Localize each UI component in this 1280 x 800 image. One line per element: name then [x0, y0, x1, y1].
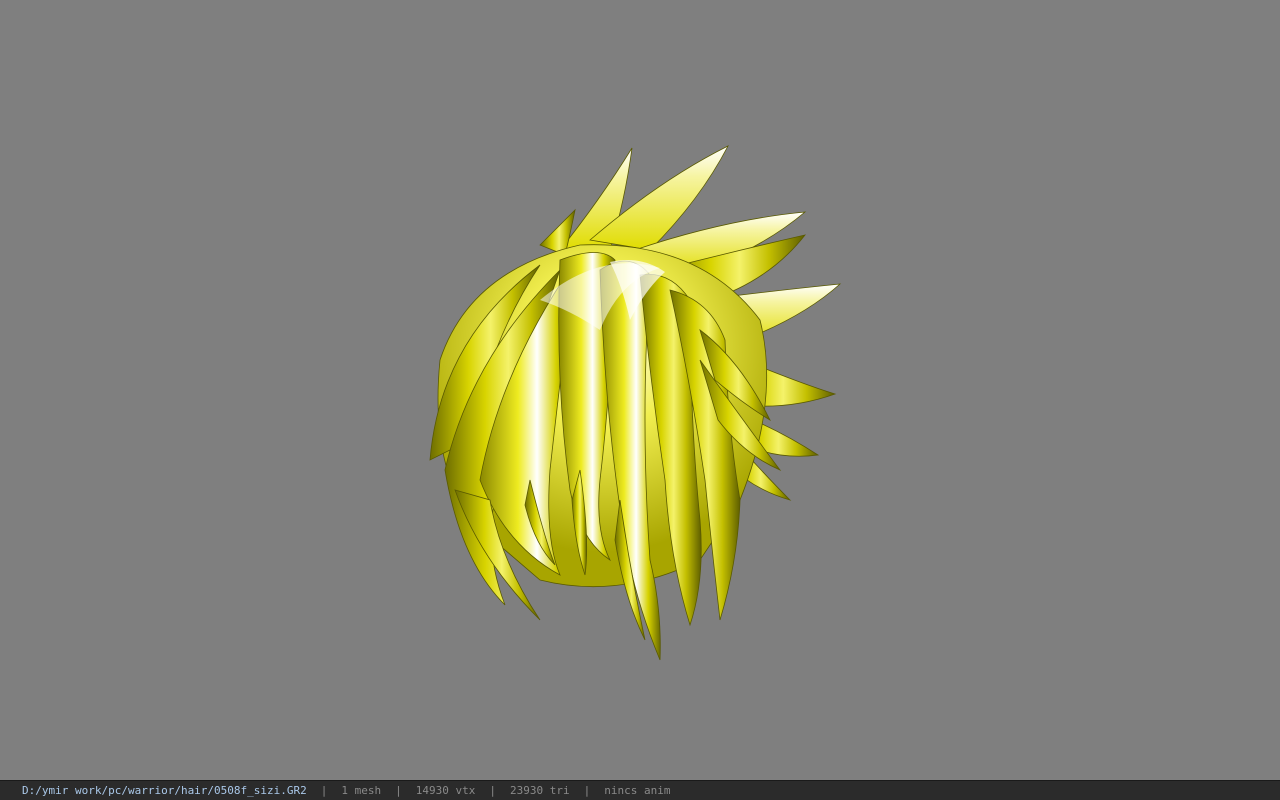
hair-model-render[interactable] [0, 0, 1280, 780]
status-separator: | [489, 784, 497, 797]
vertex-count-label: 14930 vtx [415, 784, 476, 797]
status-separator: | [583, 784, 591, 797]
triangle-count-label: 23930 tri [510, 784, 570, 797]
3d-viewport[interactable] [0, 0, 1280, 780]
hair-main-volume [429, 244, 782, 661]
file-path-label: D:/ymir work/pc/warrior/hair/0508f_sizi.… [22, 784, 307, 797]
animation-status-label: nincs anim [604, 784, 671, 797]
mesh-count-label: 1 mesh [341, 784, 382, 797]
status-separator: | [320, 784, 328, 797]
status-bar: D:/ymir work/pc/warrior/hair/0508f_sizi.… [0, 780, 1280, 800]
status-separator: | [395, 784, 402, 797]
